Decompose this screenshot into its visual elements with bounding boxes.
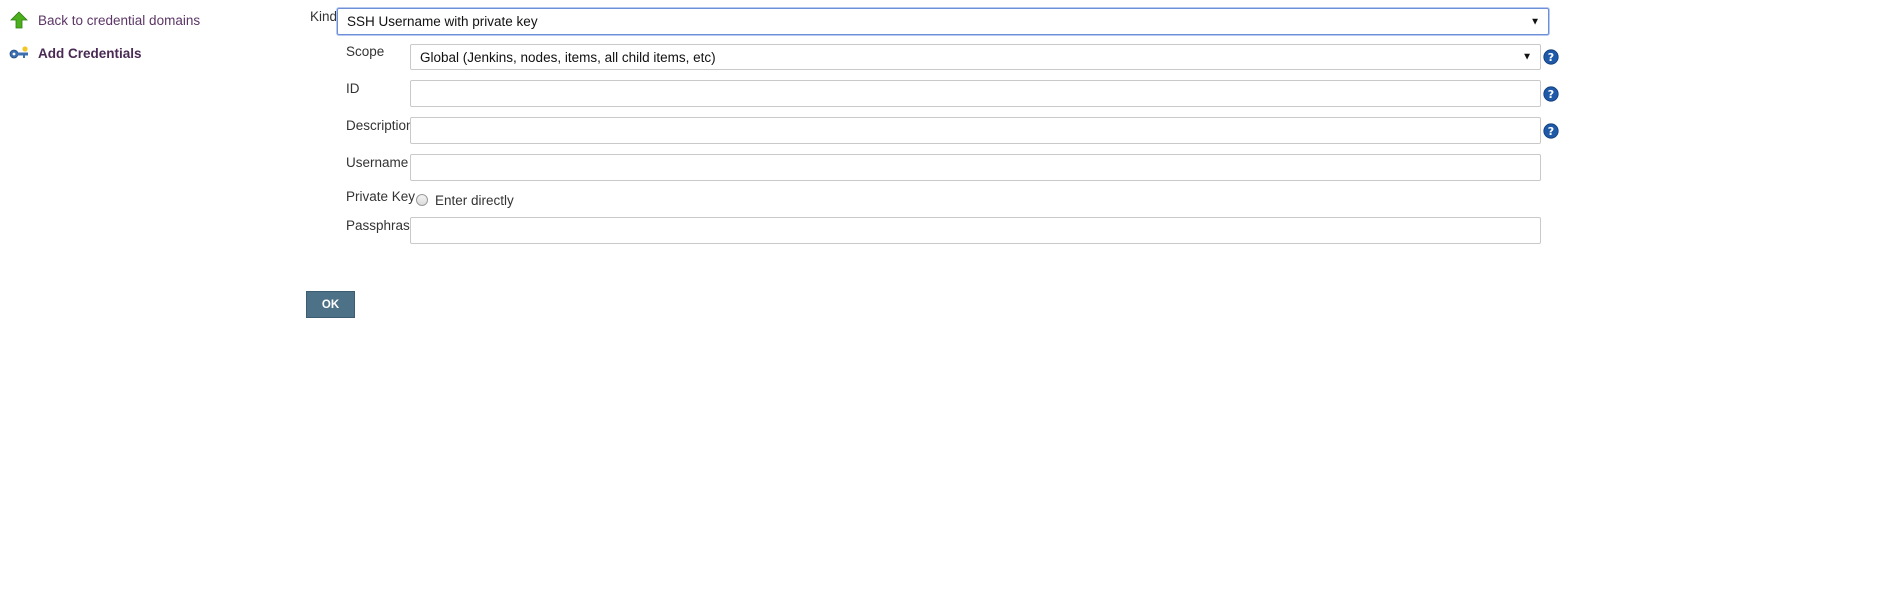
id-help-icon[interactable]: ? — [1543, 86, 1559, 102]
back-to-credential-domains-link[interactable]: Back to credential domains — [8, 9, 200, 31]
kind-select-value: SSH Username with private key — [347, 14, 538, 29]
ok-button[interactable]: OK — [306, 291, 355, 318]
passphrase-label: Passphrase — [346, 218, 418, 233]
description-help-icon[interactable]: ? — [1543, 123, 1559, 139]
id-label: ID — [346, 81, 360, 96]
username-input[interactable] — [410, 154, 1541, 181]
enter-directly-label[interactable]: Enter directly — [435, 193, 514, 208]
svg-text:?: ? — [1548, 88, 1554, 101]
radio-button[interactable] — [416, 194, 428, 206]
private-key-enter-directly-radio[interactable]: Enter directly — [416, 191, 514, 209]
kind-label: Kind — [310, 9, 338, 24]
scope-select-value: Global (Jenkins, nodes, items, all child… — [420, 49, 716, 65]
add-credentials-link[interactable]: Add Credentials — [8, 42, 142, 64]
id-input[interactable] — [410, 80, 1541, 107]
up-arrow-icon — [8, 9, 30, 31]
passphrase-input[interactable] — [410, 217, 1541, 244]
scope-label: Scope — [346, 44, 385, 59]
svg-text:?: ? — [1548, 125, 1554, 138]
svg-text:?: ? — [1548, 51, 1554, 64]
chevron-down-icon: ▼ — [1530, 16, 1540, 27]
username-label: Username — [346, 155, 409, 170]
chevron-down-icon: ▼ — [1522, 51, 1532, 63]
scope-select[interactable]: Global (Jenkins, nodes, items, all child… — [410, 44, 1541, 70]
private-key-label: Private Key — [346, 189, 416, 204]
add-credentials-page: Back to credential domains Add Credentia… — [0, 0, 1902, 589]
back-link-label[interactable]: Back to credential domains — [38, 13, 200, 28]
description-input[interactable] — [410, 117, 1541, 144]
scope-help-icon[interactable]: ? — [1543, 49, 1559, 65]
add-credentials-label[interactable]: Add Credentials — [38, 46, 142, 61]
kind-select[interactable]: SSH Username with private key ▼ — [337, 8, 1549, 35]
key-icon — [8, 42, 30, 64]
description-label: Description — [346, 118, 414, 133]
